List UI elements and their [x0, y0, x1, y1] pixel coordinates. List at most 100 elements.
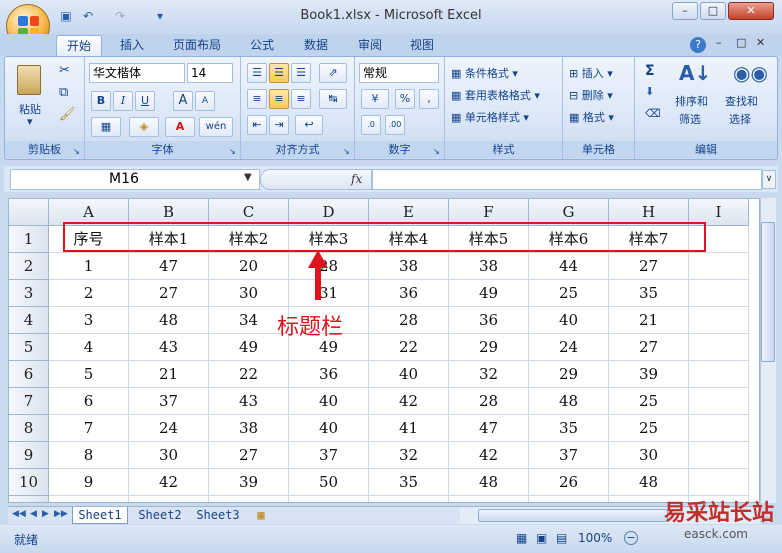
table-cell[interactable] [689, 388, 749, 415]
table-cell[interactable] [689, 280, 749, 307]
paste-dropdown-icon[interactable]: ▾ [27, 115, 33, 128]
table-cell[interactable]: 20 [209, 253, 289, 280]
table-cell[interactable]: 47 [129, 253, 209, 280]
table-cell[interactable]: 43 [129, 334, 209, 361]
table-cell[interactable] [689, 469, 749, 496]
first-sheet-icon[interactable]: ◀◀ [12, 509, 26, 519]
table-cell[interactable]: 40 [289, 388, 369, 415]
decrease-decimal-icon[interactable]: .00 [385, 115, 405, 135]
wrap-text-icon[interactable]: ↩ [295, 115, 323, 135]
table-cell[interactable] [689, 253, 749, 280]
format-table-button[interactable]: 套用表格格式 [465, 89, 531, 102]
table-cell[interactable]: 46 [449, 496, 529, 502]
table-cell[interactable]: 35 [369, 469, 449, 496]
table-cell[interactable]: 42 [129, 469, 209, 496]
table-cell[interactable]: 30 [209, 280, 289, 307]
insert-cells-button[interactable]: 插入 [582, 67, 604, 80]
table-cell[interactable]: 2 [49, 280, 129, 307]
autosum-button[interactable]: Σ [645, 63, 655, 79]
horizontal-scroll-thumb[interactable] [478, 509, 668, 522]
sheet-tab-2[interactable]: Sheet2 [132, 507, 188, 524]
align-middle-icon[interactable]: ☰ [269, 63, 289, 83]
tab-page-layout[interactable]: 页面布局 [164, 35, 230, 56]
table-cell[interactable]: 30 [129, 442, 209, 469]
table-cell[interactable]: 46 [529, 496, 609, 502]
comma-button[interactable]: , [419, 89, 439, 109]
table-cell[interactable]: 25 [609, 415, 689, 442]
last-sheet-icon[interactable]: ▶▶ [54, 509, 68, 519]
table-cell[interactable]: 39 [609, 361, 689, 388]
table-cell[interactable]: 30 [609, 442, 689, 469]
paste-icon[interactable] [17, 65, 41, 95]
format-cells-button[interactable]: 格式 [583, 111, 605, 124]
fx-button[interactable]: fx [351, 172, 362, 186]
row-header[interactable]: 6 [9, 361, 49, 388]
table-cell[interactable]: 32 [369, 442, 449, 469]
table-cell[interactable]: 47 [449, 415, 529, 442]
cell-styles-button[interactable]: 单元格样式 [465, 111, 520, 124]
table-cell[interactable]: 6 [49, 388, 129, 415]
undo-icon[interactable]: ↶ [80, 8, 96, 24]
table-cell[interactable]: 38 [209, 415, 289, 442]
table-cell[interactable] [689, 307, 749, 334]
table-cell[interactable]: 27 [209, 442, 289, 469]
percent-button[interactable]: % [395, 89, 415, 109]
table-cell[interactable]: 42 [369, 388, 449, 415]
row-header[interactable]: 7 [9, 388, 49, 415]
align-right-icon[interactable]: ≡ [291, 89, 311, 109]
table-cell[interactable]: 33 [289, 496, 369, 502]
clipboard-launcher-icon[interactable]: ↘ [73, 147, 82, 156]
ribbon-minimize-icon[interactable]: – [716, 36, 722, 49]
table-cell[interactable]: 1 [49, 253, 129, 280]
redo-icon[interactable]: ↷ [112, 8, 128, 24]
tab-insert[interactable]: 插入 [110, 35, 154, 56]
sort-filter-label-2[interactable]: 筛选 [679, 111, 701, 127]
table-cell[interactable]: 48 [129, 307, 209, 334]
table-cell[interactable]: 29 [449, 334, 529, 361]
row-header[interactable]: 8 [9, 415, 49, 442]
table-cell[interactable] [689, 334, 749, 361]
zoom-level[interactable]: 100% [578, 531, 612, 545]
table-cell[interactable]: 39 [129, 496, 209, 502]
grow-font-button[interactable]: A [173, 91, 193, 111]
insert-sheet-icon[interactable]: ▦ [250, 507, 272, 524]
select-all-corner[interactable] [9, 199, 49, 226]
maximize-button[interactable]: □ [700, 2, 726, 20]
minimize-button[interactable]: – [672, 2, 698, 20]
table-cell[interactable]: 48 [609, 469, 689, 496]
row-header[interactable]: 9 [9, 442, 49, 469]
table-cell[interactable]: 26 [529, 469, 609, 496]
help-icon[interactable]: ? [690, 37, 706, 53]
fill-color-icon[interactable]: ◈ [129, 117, 159, 137]
tab-data[interactable]: 数据 [294, 35, 338, 56]
table-cell[interactable]: 21 [609, 307, 689, 334]
table-cell[interactable]: 35 [529, 415, 609, 442]
table-cell[interactable]: 48 [449, 469, 529, 496]
page-layout-view-icon[interactable]: ▣ [536, 531, 547, 545]
name-box[interactable]: M16 [10, 169, 260, 190]
table-cell[interactable]: 40 [369, 361, 449, 388]
page-break-view-icon[interactable]: ▤ [556, 531, 567, 545]
table-cell[interactable]: 36 [289, 361, 369, 388]
italic-button[interactable]: I [113, 91, 133, 111]
cut-icon[interactable]: ✂ [59, 63, 70, 78]
table-cell[interactable]: 27 [609, 253, 689, 280]
align-bottom-icon[interactable]: ☰ [291, 63, 311, 83]
borders-icon[interactable]: ▦ [91, 117, 121, 137]
row-header[interactable]: 11 [9, 496, 49, 502]
ribbon-restore-icon[interactable]: □ [736, 36, 746, 49]
table-cell[interactable]: 37 [289, 442, 369, 469]
workbook-close-icon[interactable]: ✕ [756, 36, 765, 49]
table-cell[interactable]: 38 [209, 496, 289, 502]
table-cell[interactable]: 49 [449, 280, 529, 307]
formula-input[interactable] [372, 169, 762, 190]
row-header[interactable]: 1 [9, 226, 49, 253]
normal-view-icon[interactable]: ▦ [516, 531, 527, 545]
tab-review[interactable]: 审阅 [348, 35, 392, 56]
table-cell[interactable]: 21 [129, 361, 209, 388]
table-cell[interactable]: 22 [369, 334, 449, 361]
row-header[interactable]: 4 [9, 307, 49, 334]
align-top-icon[interactable]: ☰ [247, 63, 267, 83]
table-cell[interactable]: 5 [49, 361, 129, 388]
table-cell[interactable]: 22 [209, 361, 289, 388]
